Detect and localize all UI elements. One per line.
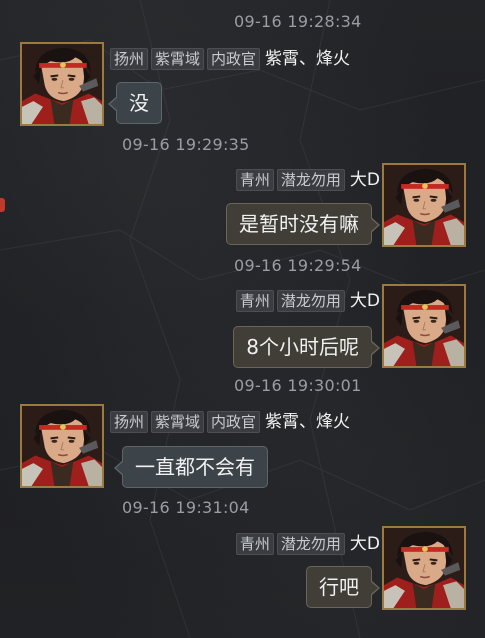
message-timestamp: 09-16 19:29:35 <box>122 135 250 154</box>
region-tag: 青州 <box>235 290 274 312</box>
region-tag: 扬州 <box>110 48 149 70</box>
message-bubble[interactable]: 8个小时后呢 <box>233 326 380 368</box>
warrior-portrait-icon[interactable] <box>382 526 466 610</box>
rank-tag: 内政官 <box>207 48 261 70</box>
alliance-tag: 紫霄域 <box>151 48 205 70</box>
message-bubble[interactable]: 是暂时没有嘛 <box>226 203 380 245</box>
message-bubble[interactable]: 行吧 <box>306 566 380 608</box>
alliance-tag: 潜龙勿用 <box>276 533 345 555</box>
region-tag: 扬州 <box>110 411 149 433</box>
chat-window: 09-16 19:28:34 扬州 紫霄域 内政官 紫霄、烽火 没 09-16 … <box>0 0 485 638</box>
warrior-portrait-icon[interactable] <box>382 284 466 368</box>
region-tag: 青州 <box>235 533 274 555</box>
sender-name[interactable]: 大D <box>350 169 380 191</box>
warrior-portrait-icon[interactable] <box>382 163 466 247</box>
warrior-portrait-icon[interactable] <box>20 404 104 488</box>
message-bubble[interactable]: 一直都不会有 <box>114 446 268 488</box>
sender-name[interactable]: 大D <box>350 290 380 312</box>
alliance-tag: 紫霄域 <box>151 411 205 433</box>
sender-info: 青州 潜龙勿用 大D <box>235 290 380 312</box>
message-bubble[interactable]: 没 <box>108 82 162 124</box>
sender-info: 青州 潜龙勿用 大D <box>235 533 380 555</box>
sender-name[interactable]: 大D <box>350 533 380 555</box>
sender-name[interactable]: 紫霄、烽火 <box>265 48 350 70</box>
rank-tag: 内政官 <box>207 411 261 433</box>
notification-dot-icon <box>0 198 5 212</box>
message-timestamp: 09-16 19:31:04 <box>122 498 250 517</box>
alliance-tag: 潜龙勿用 <box>276 169 345 191</box>
sender-info: 青州 潜龙勿用 大D <box>235 169 380 191</box>
region-tag: 青州 <box>235 169 274 191</box>
sender-info: 扬州 紫霄域 内政官 紫霄、烽火 <box>110 411 350 433</box>
alliance-tag: 潜龙勿用 <box>276 290 345 312</box>
warrior-portrait-icon[interactable] <box>20 42 104 126</box>
sender-name[interactable]: 紫霄、烽火 <box>265 411 350 433</box>
sender-info: 扬州 紫霄域 内政官 紫霄、烽火 <box>110 48 350 70</box>
message-timestamp: 09-16 19:29:54 <box>234 256 362 275</box>
message-timestamp: 09-16 19:30:01 <box>234 376 362 395</box>
message-timestamp: 09-16 19:28:34 <box>234 12 362 31</box>
